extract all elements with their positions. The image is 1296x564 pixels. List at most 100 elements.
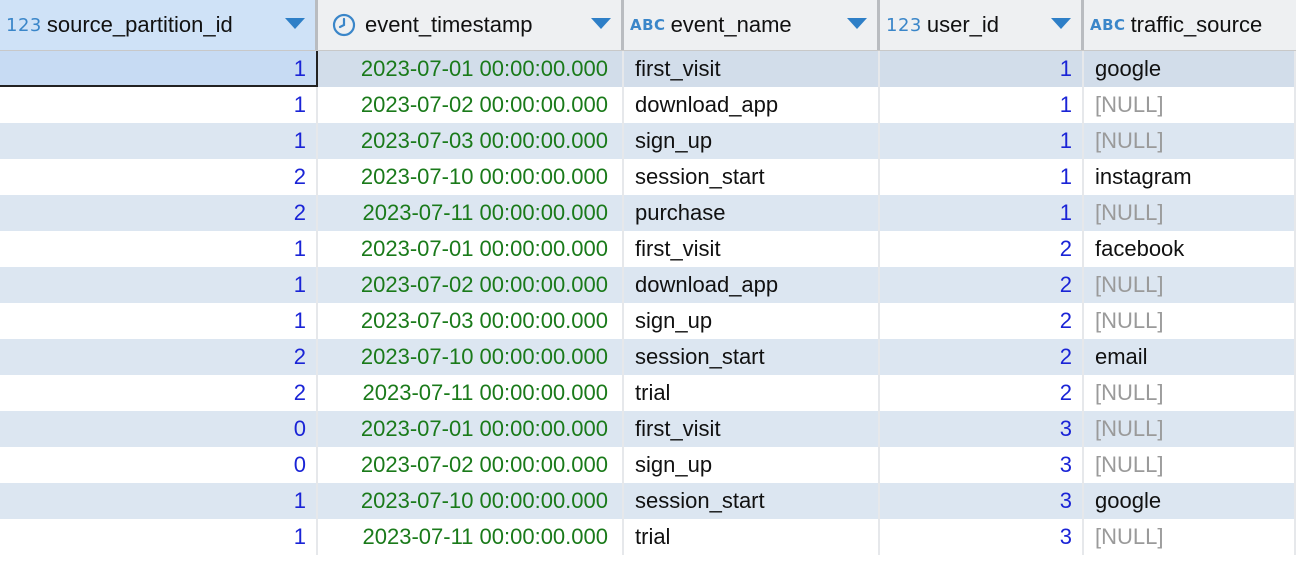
cell-event-name[interactable]: sign_up (624, 123, 880, 159)
cell-event-timestamp[interactable]: 2023-07-02 00:00:00.000 (318, 267, 624, 303)
column-header-label: traffic_source (1130, 12, 1263, 37)
cell-event-name[interactable]: first_visit (624, 231, 880, 267)
sort-dropdown-icon[interactable] (847, 18, 867, 29)
table-row[interactable]: 1 2023-07-03 00:00:00.000 sign_up 2 [NULL] (0, 303, 1296, 339)
cell-traffic-source[interactable]: [NULL] (1084, 123, 1296, 159)
cell-source-partition-id[interactable]: 1 (0, 519, 318, 555)
column-header-source-partition-id[interactable]: 123 source_partition_id (0, 0, 318, 50)
cell-event-timestamp[interactable]: 2023-07-11 00:00:00.000 (318, 519, 624, 555)
table-row[interactable]: 0 2023-07-01 00:00:00.000 first_visit 3 [NUL… (0, 411, 1296, 447)
cell-event-name[interactable]: session_start (624, 339, 880, 375)
table-row[interactable]: 2 2023-07-11 00:00:00.000 trial 2 [NULL] (0, 375, 1296, 411)
cell-traffic-source[interactable]: google (1084, 483, 1296, 519)
cell-traffic-source[interactable]: [NULL] (1084, 447, 1296, 483)
cell-event-timestamp[interactable]: 2023-07-02 00:00:00.000 (318, 447, 624, 483)
table-row[interactable]: 2 2023-07-10 00:00:00.000 session_start 2 em… (0, 339, 1296, 375)
cell-event-timestamp[interactable]: 2023-07-11 00:00:00.000 (318, 195, 624, 231)
text-type-icon: ABC (630, 16, 666, 34)
numeric-type-icon: 123 (6, 14, 42, 36)
column-header-event-name[interactable]: ABC event_name (624, 0, 880, 50)
cell-source-partition-id[interactable]: 1 (0, 267, 318, 303)
table-row[interactable]: 1 2023-07-01 00:00:00.000 first_visit 1 goog… (0, 51, 1296, 87)
column-header-row: 123 source_partition_id event_timestamp … (0, 0, 1296, 51)
cell-event-timestamp[interactable]: 2023-07-10 00:00:00.000 (318, 339, 624, 375)
cell-traffic-source[interactable]: email (1084, 339, 1296, 375)
cell-user-id[interactable]: 2 (880, 267, 1084, 303)
table-row[interactable]: 2 2023-07-11 00:00:00.000 purchase 1 [NULL] (0, 195, 1296, 231)
cell-traffic-source[interactable]: instagram (1084, 159, 1296, 195)
cell-traffic-source[interactable]: [NULL] (1084, 411, 1296, 447)
cell-event-name[interactable]: first_visit (624, 411, 880, 447)
cell-event-name[interactable]: trial (624, 519, 880, 555)
cell-event-name[interactable]: session_start (624, 483, 880, 519)
cell-traffic-source[interactable]: [NULL] (1084, 375, 1296, 411)
cell-source-partition-id[interactable]: 2 (0, 159, 318, 195)
cell-user-id[interactable]: 1 (880, 195, 1084, 231)
cell-user-id[interactable]: 3 (880, 519, 1084, 555)
cell-source-partition-id[interactable]: 1 (0, 483, 318, 519)
cell-user-id[interactable]: 1 (880, 159, 1084, 195)
column-header-user-id[interactable]: 123 user_id (880, 0, 1084, 50)
sort-dropdown-icon[interactable] (591, 18, 611, 29)
cell-event-timestamp[interactable]: 2023-07-01 00:00:00.000 (318, 51, 624, 87)
cell-traffic-source[interactable]: [NULL] (1084, 267, 1296, 303)
cell-event-timestamp[interactable]: 2023-07-10 00:00:00.000 (318, 159, 624, 195)
column-header-label: source_partition_id (46, 12, 233, 37)
cell-user-id[interactable]: 1 (880, 51, 1084, 87)
cell-source-partition-id[interactable]: 1 (0, 303, 318, 339)
cell-event-name[interactable]: download_app (624, 87, 880, 123)
cell-traffic-source[interactable]: google (1084, 51, 1296, 87)
cell-source-partition-id[interactable]: 1 (0, 231, 318, 267)
text-type-icon: ABC (1090, 16, 1126, 34)
cell-event-timestamp[interactable]: 2023-07-03 00:00:00.000 (318, 123, 624, 159)
cell-event-timestamp[interactable]: 2023-07-10 00:00:00.000 (318, 483, 624, 519)
cell-source-partition-id[interactable]: 0 (0, 411, 318, 447)
cell-event-name[interactable]: purchase (624, 195, 880, 231)
cell-event-timestamp[interactable]: 2023-07-01 00:00:00.000 (318, 411, 624, 447)
cell-source-partition-id[interactable]: 1 (0, 51, 318, 87)
cell-user-id[interactable]: 2 (880, 339, 1084, 375)
sort-dropdown-icon[interactable] (285, 18, 305, 29)
cell-source-partition-id[interactable]: 2 (0, 339, 318, 375)
table-row[interactable]: 1 2023-07-01 00:00:00.000 first_visit 2 face… (0, 231, 1296, 267)
column-header-event-timestamp[interactable]: event_timestamp (318, 0, 624, 50)
cell-user-id[interactable]: 3 (880, 483, 1084, 519)
cell-source-partition-id[interactable]: 2 (0, 375, 318, 411)
cell-event-name[interactable]: first_visit (624, 51, 880, 87)
table-row[interactable]: 1 2023-07-02 00:00:00.000 download_app 1 [NU… (0, 87, 1296, 123)
cell-user-id[interactable]: 1 (880, 123, 1084, 159)
table-row[interactable]: 1 2023-07-03 00:00:00.000 sign_up 1 [NULL] (0, 123, 1296, 159)
cell-user-id[interactable]: 2 (880, 375, 1084, 411)
cell-source-partition-id[interactable]: 1 (0, 123, 318, 159)
sort-dropdown-icon[interactable] (1051, 18, 1071, 29)
table-row[interactable]: 1 2023-07-11 00:00:00.000 trial 3 [NULL] (0, 519, 1296, 555)
cell-user-id[interactable]: 2 (880, 303, 1084, 339)
cell-event-timestamp[interactable]: 2023-07-01 00:00:00.000 (318, 231, 624, 267)
cell-event-timestamp[interactable]: 2023-07-03 00:00:00.000 (318, 303, 624, 339)
cell-source-partition-id[interactable]: 1 (0, 87, 318, 123)
cell-user-id[interactable]: 3 (880, 447, 1084, 483)
cell-event-timestamp[interactable]: 2023-07-02 00:00:00.000 (318, 87, 624, 123)
cell-event-name[interactable]: download_app (624, 267, 880, 303)
cell-traffic-source[interactable]: [NULL] (1084, 87, 1296, 123)
cell-traffic-source[interactable]: [NULL] (1084, 195, 1296, 231)
cell-source-partition-id[interactable]: 2 (0, 195, 318, 231)
cell-traffic-source[interactable]: facebook (1084, 231, 1296, 267)
cell-event-name[interactable]: sign_up (624, 303, 880, 339)
numeric-type-icon: 123 (886, 14, 922, 36)
cell-event-name[interactable]: trial (624, 375, 880, 411)
cell-source-partition-id[interactable]: 0 (0, 447, 318, 483)
cell-traffic-source[interactable]: [NULL] (1084, 519, 1296, 555)
cell-user-id[interactable]: 3 (880, 411, 1084, 447)
cell-event-name[interactable]: sign_up (624, 447, 880, 483)
cell-event-name[interactable]: session_start (624, 159, 880, 195)
table-row[interactable]: 2 2023-07-10 00:00:00.000 session_start 1 in… (0, 159, 1296, 195)
column-header-traffic-source[interactable]: ABC traffic_source (1084, 0, 1296, 50)
table-row[interactable]: 1 2023-07-02 00:00:00.000 download_app 2 [NU… (0, 267, 1296, 303)
cell-user-id[interactable]: 2 (880, 231, 1084, 267)
cell-event-timestamp[interactable]: 2023-07-11 00:00:00.000 (318, 375, 624, 411)
table-row[interactable]: 0 2023-07-02 00:00:00.000 sign_up 3 [NULL] (0, 447, 1296, 483)
cell-user-id[interactable]: 1 (880, 87, 1084, 123)
cell-traffic-source[interactable]: [NULL] (1084, 303, 1296, 339)
table-row[interactable]: 1 2023-07-10 00:00:00.000 session_start 3 go… (0, 483, 1296, 519)
